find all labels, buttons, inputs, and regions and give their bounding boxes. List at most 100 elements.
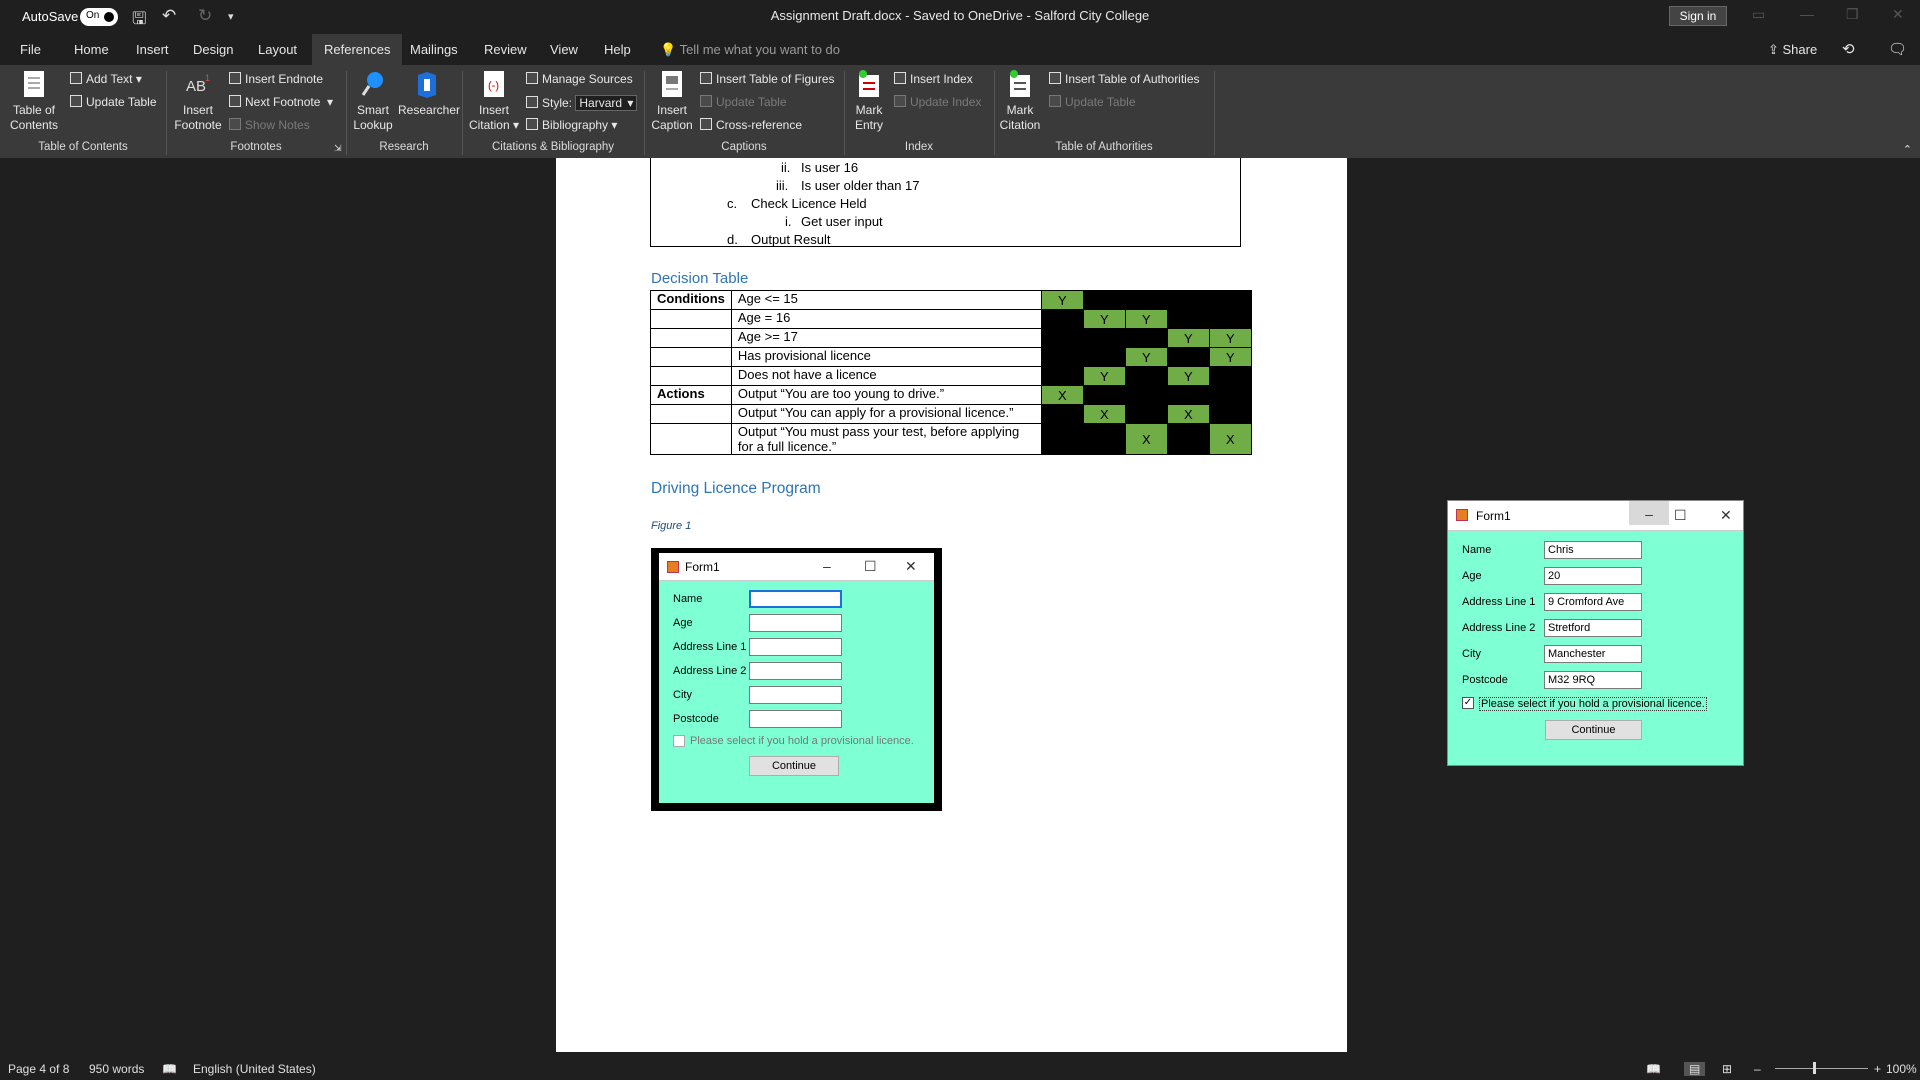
close-icon[interactable]: ✕: [1892, 6, 1904, 23]
maximize-icon[interactable]: ☐: [1674, 507, 1687, 524]
decision-table-row: Conditions Age <= 15 Y: [650, 290, 1252, 310]
cross-reference-button[interactable]: Cross-reference: [700, 118, 802, 132]
decision-table-mark-cell: [1040, 366, 1084, 386]
insert-footnote-button[interactable]: AB 1 Insert Footnote: [170, 69, 226, 133]
update-table-authorities-icon: [1049, 95, 1061, 107]
postcode-field[interactable]: [749, 710, 842, 728]
address2-field[interactable]: Stretford: [1544, 619, 1642, 637]
tab-design[interactable]: Design: [193, 42, 233, 57]
sign-in-button[interactable]: Sign in: [1669, 6, 1727, 26]
address1-field[interactable]: 9 Cromford Ave: [1544, 593, 1642, 611]
address2-field[interactable]: [749, 662, 842, 680]
decision-table-category-cell: [650, 404, 732, 424]
style-dropdown[interactable]: Harvard ▾: [575, 95, 638, 111]
ribbon-display-icon[interactable]: ▭: [1752, 6, 1765, 23]
update-table3-label: Update Table: [1065, 95, 1136, 109]
tab-insert[interactable]: Insert: [136, 42, 169, 57]
tell-me-search[interactable]: 💡 Tell me what you want to do: [660, 42, 840, 58]
age-field[interactable]: 20: [1544, 567, 1642, 585]
tab-layout[interactable]: Layout: [258, 42, 297, 57]
read-mode-icon[interactable]: 📖: [1646, 1062, 1661, 1076]
insert-table-of-figures-button[interactable]: Insert Table of Figures: [700, 72, 835, 86]
close-icon[interactable]: ✕: [905, 558, 917, 575]
provisional-licence-checkbox[interactable]: [673, 735, 685, 747]
bibliography-icon: [526, 118, 538, 130]
comments-icon[interactable]: 🗨: [1888, 40, 1907, 58]
print-layout-icon[interactable]: ▤: [1684, 1062, 1706, 1076]
table-of-contents-icon: [24, 71, 44, 97]
continue-button[interactable]: Continue: [749, 756, 839, 776]
insert-caption-button[interactable]: Insert Caption: [648, 69, 696, 133]
insert-citation-label: Insert Citation: [468, 103, 510, 132]
style-selector[interactable]: Style: Harvard ▾: [526, 95, 638, 111]
form-filled-titlebar[interactable]: Form1 – ☐ ✕: [1448, 501, 1743, 531]
document-page[interactable]: ii. Is user 16 iii. Is user older than 1…: [556, 158, 1347, 1052]
researcher-button[interactable]: Researcher: [398, 69, 460, 118]
decision-table-mark-cell: X: [1124, 423, 1168, 455]
maximize-icon[interactable]: ☐: [864, 558, 877, 575]
word-count[interactable]: 950 words: [89, 1062, 144, 1076]
tab-review[interactable]: Review: [484, 42, 527, 57]
update-index-button[interactable]: Update Index: [894, 95, 981, 109]
mark-citation-button[interactable]: Mark Citation: [998, 69, 1042, 133]
insert-endnote-button[interactable]: Insert Endnote: [229, 72, 323, 86]
minimize-icon[interactable]: –: [823, 558, 831, 574]
table-of-contents-button[interactable]: Table of Contents: [6, 69, 62, 133]
decision-table-mark-cell: [1040, 404, 1084, 424]
tab-view[interactable]: View: [550, 42, 578, 57]
proofing-icon[interactable]: 📖: [162, 1062, 177, 1076]
manage-sources-icon: [526, 72, 538, 84]
postcode-field[interactable]: M32 9RQ: [1544, 671, 1642, 689]
collapse-ribbon-icon[interactable]: ⌃: [1903, 143, 1912, 156]
tab-references[interactable]: References: [312, 34, 403, 65]
zoom-out-icon[interactable]: –: [1754, 1062, 1761, 1076]
add-text-button[interactable]: Add Text ▾: [70, 72, 142, 86]
city-field[interactable]: [749, 686, 842, 704]
next-footnote-button[interactable]: Next Footnote ▾: [229, 95, 333, 109]
decision-table-row: Actions Output “You are too young to driv…: [650, 385, 1252, 405]
tab-mailings[interactable]: Mailings: [410, 42, 458, 57]
insert-citation-button[interactable]: (-) Insert Citation ▾: [466, 69, 522, 133]
manage-sources-button[interactable]: Manage Sources: [526, 72, 633, 86]
provisional-licence-checkbox[interactable]: ✓: [1462, 697, 1474, 709]
insert-table-of-authorities-button[interactable]: Insert Table of Authorities: [1049, 72, 1200, 86]
update-table-button[interactable]: Update Table: [70, 95, 157, 109]
name-label: Name: [673, 593, 703, 605]
footnotes-dialog-launcher-icon[interactable]: ⇲: [334, 143, 342, 154]
web-layout-icon[interactable]: ⊞: [1722, 1062, 1732, 1076]
address1-field[interactable]: [749, 638, 842, 656]
maximize-icon[interactable]: ❐: [1846, 6, 1859, 23]
smart-lookup-button[interactable]: Smart Lookup: [350, 69, 396, 133]
name-field[interactable]: [749, 590, 842, 608]
language-indicator[interactable]: English (United States): [193, 1062, 316, 1076]
minimize-icon[interactable]: –: [1629, 501, 1669, 525]
tab-file[interactable]: File: [20, 42, 41, 57]
close-icon[interactable]: ✕: [1720, 507, 1732, 524]
tab-help[interactable]: Help: [604, 42, 631, 57]
update-table-figures-button[interactable]: Update Table: [700, 95, 787, 109]
zoom-slider[interactable]: [1775, 1062, 1868, 1074]
bibliography-label: Bibliography: [542, 118, 609, 132]
zoom-slider-thumb[interactable]: [1813, 1062, 1816, 1074]
continue-button[interactable]: Continue: [1545, 720, 1642, 740]
index-group-label: Index: [904, 141, 934, 153]
insert-index-button[interactable]: Insert Index: [894, 72, 973, 86]
bibliography-button[interactable]: Bibliography ▾: [526, 118, 617, 132]
update-table-authorities-button[interactable]: Update Table: [1049, 95, 1136, 109]
tab-home[interactable]: Home: [74, 42, 109, 57]
document-title[interactable]: Assignment Draft.docx - Saved to OneDriv…: [0, 8, 1920, 23]
zoom-in-icon[interactable]: +: [1874, 1062, 1881, 1076]
history-icon[interactable]: ⟲: [1842, 40, 1855, 58]
show-notes-button[interactable]: Show Notes: [229, 118, 310, 132]
decision-table-mark-cell: [1166, 309, 1210, 329]
share-button[interactable]: ⇪ Share: [1768, 42, 1817, 58]
name-field[interactable]: Chris: [1544, 541, 1642, 559]
mark-entry-button[interactable]: Mark Entry: [848, 69, 890, 133]
page-count[interactable]: Page 4 of 8: [8, 1062, 69, 1076]
figure-image: Form1 – ☐ ✕ Name Age Address Line 1 Addr…: [651, 548, 942, 811]
zoom-level[interactable]: 100%: [1886, 1062, 1917, 1076]
age-field[interactable]: [749, 614, 842, 632]
decision-table-mark-cell: Y: [1082, 309, 1126, 329]
minimize-icon[interactable]: —: [1800, 6, 1814, 22]
city-field[interactable]: Manchester: [1544, 645, 1642, 663]
